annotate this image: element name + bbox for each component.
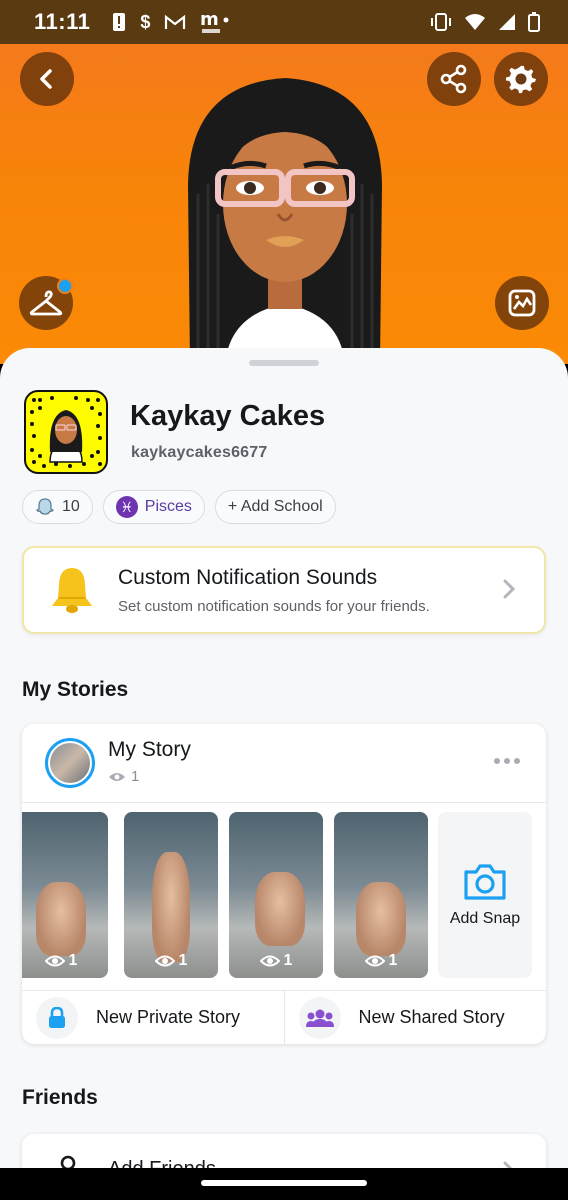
eye-icon [109, 772, 125, 781]
snap-view-count: 1 [388, 952, 398, 969]
chevron-right-icon [503, 579, 516, 599]
snap-view-count: 1 [68, 952, 78, 969]
alert-icon [113, 13, 126, 31]
group-icon [298, 996, 341, 1039]
snapscore-label: 10 [62, 498, 80, 515]
add-friends-label: Add Friends [108, 1158, 216, 1168]
friends-ghost-icon [36, 498, 54, 515]
add-friend-icon [60, 1155, 76, 1168]
add-snap-button[interactable]: Add Snap [438, 812, 532, 978]
new-shared-story-button[interactable]: New Shared Story [283, 991, 547, 1044]
camera-icon [464, 864, 506, 900]
add-friends-card[interactable]: Add Friends [22, 1134, 546, 1168]
profile-header [0, 44, 568, 364]
gear-icon [505, 65, 537, 94]
my-story-card: My Story 1 1 1 1 1 Add Snap New Private … [22, 724, 546, 1044]
eye-icon [44, 955, 65, 967]
home-indicator[interactable] [201, 1180, 367, 1186]
mzone-icon: m [200, 9, 229, 33]
image-icon [508, 289, 536, 317]
more-options-button[interactable] [494, 758, 520, 764]
custom-notification-sounds-card[interactable]: Custom Notification Sounds Set custom no… [22, 546, 546, 634]
wifi-icon [465, 14, 485, 30]
snap-thumbnail[interactable]: 1 [334, 812, 428, 978]
story-actions: New Private Story New Shared Story [22, 990, 546, 1044]
lock-icon [36, 996, 78, 1039]
add-snap-label: Add Snap [449, 910, 521, 927]
story-divider [22, 802, 546, 803]
gmail-icon [165, 14, 186, 29]
vibrate-icon [431, 13, 451, 31]
snap-view-count: 1 [283, 952, 293, 969]
my-story-avatar[interactable] [45, 738, 95, 788]
battery-icon [528, 12, 540, 32]
add-school-chip[interactable]: + Add School [214, 490, 336, 524]
pisces-icon: ♓ [115, 496, 138, 518]
chevron-left-icon [40, 69, 52, 89]
notification-dot [57, 278, 73, 294]
profile-chips: 10 ♓ Pisces + Add School [22, 490, 336, 524]
snapcode-pattern [30, 396, 102, 468]
new-shared-story-label: New Shared Story [358, 1007, 505, 1027]
my-story-views: 1 [108, 768, 139, 785]
eye-icon [364, 955, 385, 967]
sheet-grabber[interactable] [249, 360, 319, 366]
snap-thumbnail[interactable]: 1 [229, 812, 323, 978]
notification-card-title: Custom Notification Sounds [118, 566, 378, 589]
eye-icon [154, 955, 175, 967]
photo-button[interactable] [495, 276, 549, 330]
new-private-story-button[interactable]: New Private Story [22, 991, 284, 1044]
my-story-title[interactable]: My Story [108, 738, 191, 762]
snap-view-count: 1 [178, 952, 188, 969]
signal-icon [499, 14, 515, 30]
friends-heading: Friends [22, 1086, 98, 1109]
bitmoji-avatar [188, 78, 382, 364]
my-story-view-count: 1 [131, 768, 140, 785]
my-stories-heading: My Stories [22, 678, 129, 701]
zodiac-label: Pisces [144, 498, 192, 515]
system-navigation-bar [0, 1168, 568, 1200]
settings-button[interactable] [494, 52, 548, 106]
status-time: 11:11 [34, 9, 91, 34]
outfit-button[interactable] [19, 276, 73, 330]
share-button[interactable] [427, 52, 481, 106]
share-icon [440, 64, 467, 94]
snapscore-chip[interactable]: 10 [22, 490, 93, 524]
status-right-icons [430, 12, 540, 32]
username[interactable]: kaykaycakes6677 [131, 444, 267, 462]
profile-sheet: Kaykay Cakes kaykaycakes6677 10 ♓ Pisces… [0, 348, 568, 1168]
zodiac-chip[interactable]: ♓ Pisces [102, 490, 205, 524]
bell-icon [52, 568, 92, 613]
svg-text:m: m [200, 9, 219, 30]
notification-card-subtitle: Set custom notification sounds for your … [118, 598, 430, 615]
back-button[interactable] [20, 52, 74, 106]
add-school-label: + Add School [227, 498, 323, 515]
hanger-icon [29, 290, 63, 316]
display-name: Kaykay Cakes [130, 400, 326, 432]
status-left-icons: $ m [112, 9, 230, 35]
eye-icon [259, 955, 280, 967]
new-private-story-label: New Private Story [96, 1007, 241, 1027]
snap-thumbnail[interactable]: 1 [22, 812, 108, 978]
snap-thumbnails: 1 1 1 1 Add Snap [22, 812, 546, 978]
snapcode[interactable] [24, 390, 108, 474]
status-bar: 11:11 $ m [0, 0, 568, 44]
chevron-right-icon [503, 1161, 513, 1168]
dollar-icon: $ [140, 11, 151, 32]
snap-thumbnail[interactable]: 1 [124, 812, 218, 978]
